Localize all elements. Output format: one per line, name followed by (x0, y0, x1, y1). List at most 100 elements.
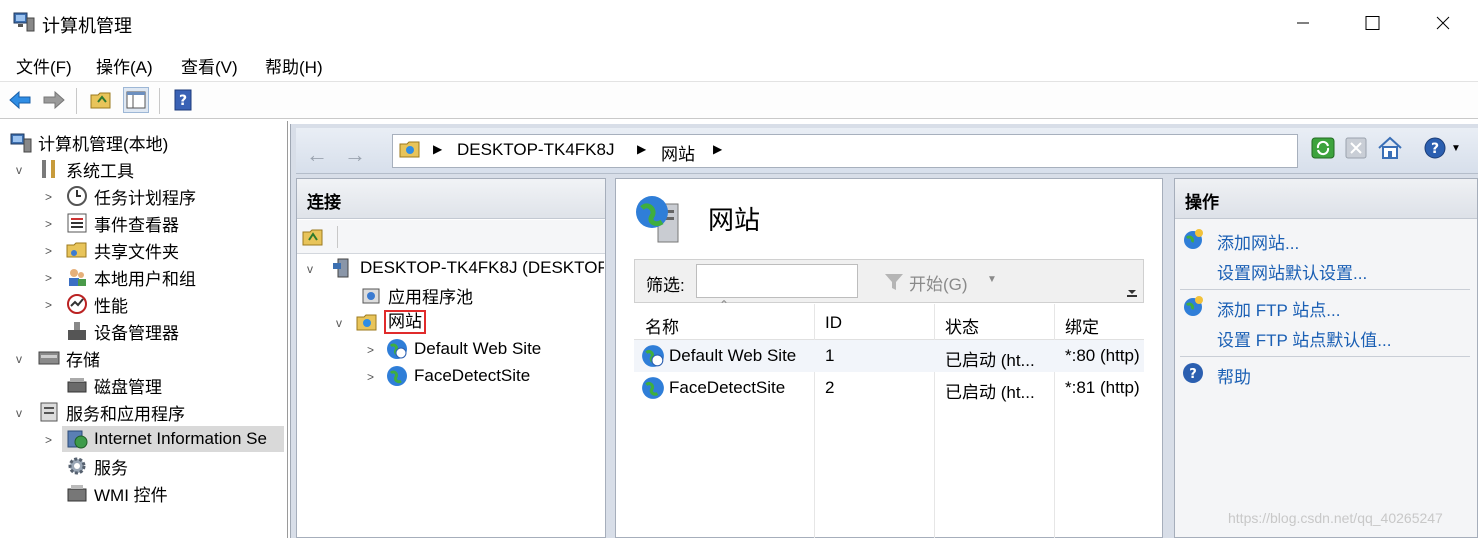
tree-item-device-manager[interactable]: 设备管理器 (66, 318, 179, 344)
toolbar-separator (159, 88, 160, 114)
minimize-icon (1297, 22, 1309, 24)
home-button[interactable] (1376, 134, 1404, 162)
row-id: 2 (825, 378, 835, 397)
console-tree-icon (126, 91, 146, 109)
chevron-down-icon[interactable]: v (16, 163, 22, 177)
column-id[interactable]: ID (825, 313, 842, 333)
nav-forward-icon[interactable]: → (344, 142, 366, 168)
add-ftp-icon (1184, 296, 1203, 316)
tree-item-label: 共享文件夹 (94, 242, 179, 262)
tree-item-iis[interactable]: Internet Information Se (62, 426, 284, 452)
go-button[interactable]: 开始(G) (909, 270, 968, 295)
chevron-down-icon[interactable]: v (336, 316, 342, 330)
chevron-right-icon[interactable]: > (45, 217, 52, 231)
stop-button[interactable] (1342, 134, 1370, 162)
maximize-icon (1365, 16, 1380, 30)
chevron-down-icon[interactable]: ▼ (987, 274, 997, 285)
tree-root[interactable]: 计算机管理(本地) (10, 129, 168, 155)
column-name[interactable]: 名称 (645, 313, 679, 338)
tree-item-label: 性能 (94, 296, 128, 316)
chevron-right-icon[interactable]: > (367, 343, 374, 357)
menu-file[interactable]: 文件(F) (16, 53, 72, 78)
folder-up-icon[interactable] (302, 226, 324, 248)
chevron-right-icon[interactable]: > (45, 244, 52, 258)
clock-icon (67, 186, 87, 206)
up-folder-button[interactable] (88, 87, 114, 113)
tree-node-facedetect-site[interactable]: FaceDetectSite (386, 363, 530, 389)
chevron-right-icon[interactable]: > (45, 298, 52, 312)
menu-action[interactable]: 操作(A) (96, 53, 153, 78)
nav-back-icon[interactable]: ← (306, 142, 328, 168)
help-button[interactable]: ? (170, 87, 196, 113)
tree-item-services-apps[interactable]: 服务和应用程序 (38, 399, 185, 425)
tree-item-label: 事件查看器 (94, 215, 179, 235)
event-viewer-icon (67, 213, 87, 233)
users-icon (69, 269, 86, 286)
forward-button[interactable] (41, 87, 67, 113)
tree-item-label: WMI 控件 (94, 485, 168, 505)
help-dropdown-button[interactable]: ? ▼ (1420, 134, 1464, 162)
add-ftp-link[interactable]: 添加 FTP 站点... (1217, 296, 1340, 321)
breadcrumb-arrow-icon: ▶ (433, 142, 443, 156)
add-site-link[interactable]: 添加网站... (1217, 229, 1299, 254)
tree-item-services[interactable]: 服务 (66, 453, 128, 479)
chevron-down-icon[interactable]: v (16, 352, 22, 366)
show-hide-console-tree-button[interactable] (123, 87, 149, 113)
tree-node-app-pools[interactable]: 应用程序池 (360, 282, 473, 308)
tree-item-task-scheduler[interactable]: 任务计划程序 (66, 183, 196, 209)
chevron-right-icon[interactable]: > (45, 190, 52, 204)
filter-input[interactable] (696, 264, 858, 298)
tree-item-wmi[interactable]: WMI 控件 (66, 480, 168, 506)
performance-icon (67, 294, 87, 314)
tree-item-event-viewer[interactable]: 事件查看器 (66, 210, 179, 236)
site-defaults-link[interactable]: 设置网站默认设置... (1217, 259, 1367, 284)
tree-item-performance[interactable]: 性能 (66, 291, 128, 317)
chevron-down-icon[interactable]: v (307, 262, 313, 276)
connections-toolbar (297, 220, 605, 254)
services-apps-icon (40, 402, 58, 422)
menu-view[interactable]: 查看(V) (181, 53, 238, 78)
tree-item-shared-folders[interactable]: 共享文件夹 (66, 237, 179, 263)
collapse-icon[interactable] (1126, 284, 1138, 300)
minimize-button[interactable] (1268, 0, 1338, 46)
refresh-button[interactable] (1309, 134, 1337, 162)
tree-item-label: 服务 (94, 458, 128, 478)
globe-icon (642, 345, 664, 367)
svg-text:?: ? (1189, 367, 1197, 382)
row-id: 1 (825, 346, 835, 365)
help-link[interactable]: 帮助 (1217, 363, 1251, 388)
ftp-defaults-link[interactable]: 设置 FTP 站点默认值... (1217, 326, 1391, 351)
back-button[interactable] (7, 87, 33, 113)
svg-text:?: ? (179, 93, 187, 109)
tree-item-label: 服务和应用程序 (66, 404, 185, 424)
websites-globe-icon (636, 196, 679, 243)
close-button[interactable] (1408, 0, 1478, 46)
column-status[interactable]: 状态 (945, 313, 979, 338)
iis-icon (67, 430, 88, 449)
tree-item-storage[interactable]: 存储 (38, 345, 100, 371)
chevron-right-icon[interactable]: > (45, 433, 52, 447)
menu-help[interactable]: 帮助(H) (265, 53, 323, 78)
row-binding: *:80 (http) (1065, 346, 1140, 365)
tree-item-system-tools[interactable]: 系统工具 (38, 156, 134, 182)
tree-node-sites[interactable]: 网站 (356, 309, 426, 335)
tree-item-disk-management[interactable]: 磁盘管理 (66, 372, 162, 398)
column-binding[interactable]: 绑定 (1065, 313, 1099, 338)
breadcrumb-server[interactable]: DESKTOP-TK4FK8J (457, 140, 614, 160)
actions-title: 操作 (1175, 179, 1477, 219)
chevron-right-icon[interactable]: > (367, 370, 374, 384)
tree-item-label: 任务计划程序 (94, 188, 196, 208)
tree-item-label: 磁盘管理 (94, 377, 162, 397)
globe-icon (387, 339, 407, 359)
row-status: 已启动 (ht... (945, 351, 1035, 370)
tree-node-server[interactable]: DESKTOP-TK4FK8J (DESKTOP (332, 255, 604, 281)
tree-node-default-site[interactable]: Default Web Site (386, 336, 541, 362)
help-book-icon: ? (174, 89, 192, 111)
row-binding: *:81 (http) (1065, 378, 1140, 397)
window-title: 计算机管理 (42, 16, 132, 36)
chevron-down-icon[interactable]: v (16, 406, 22, 420)
chevron-right-icon[interactable]: > (45, 271, 52, 285)
maximize-button[interactable] (1337, 0, 1407, 46)
breadcrumb-sites[interactable]: 网站 (661, 140, 695, 165)
tree-item-local-users[interactable]: 本地用户和组 (66, 264, 196, 290)
